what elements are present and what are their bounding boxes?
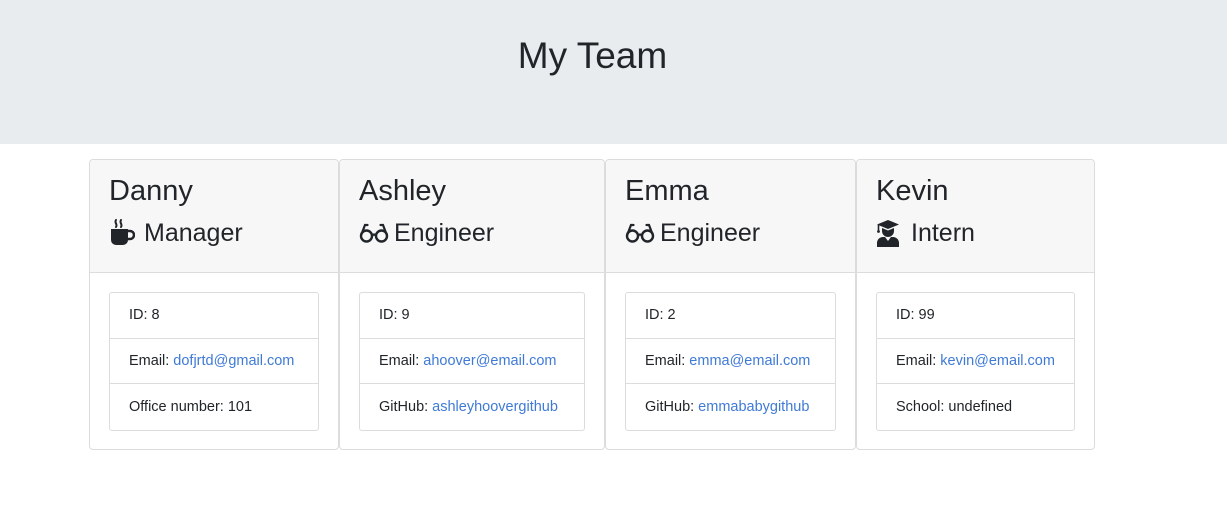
glasses-icon: [625, 218, 655, 248]
detail-label: ID:: [645, 307, 664, 324]
details-list: ID: 2 Email: emma@email.com GitHub: emma…: [625, 292, 836, 431]
list-item-school: School: undefined: [877, 384, 1074, 430]
detail-label: GitHub:: [379, 398, 429, 415]
employee-role: Intern: [876, 218, 1094, 248]
email-link[interactable]: kevin@email.com: [940, 353, 1055, 369]
list-item-id: ID: 9: [360, 293, 584, 339]
card-body: ID: 2 Email: emma@email.com GitHub: emma…: [606, 273, 855, 431]
list-item-email: Email: ahoover@email.com: [360, 339, 584, 384]
email-link[interactable]: dofjrtd@gmail.com: [173, 353, 294, 369]
glasses-icon: [359, 218, 389, 248]
detail-label: Email:: [129, 352, 170, 369]
card-body: ID: 9 Email: ahoover@email.com GitHub: a…: [340, 273, 604, 431]
card-header: Danny Manager: [90, 160, 338, 273]
card-header: Kevin Intern: [857, 160, 1094, 273]
detail-label: ID:: [896, 307, 915, 324]
card-body: ID: 8 Email: dofjrtd@gmail.com Office nu…: [90, 273, 338, 431]
list-item-email: Email: dofjrtd@gmail.com: [110, 339, 318, 384]
coffee-icon: [109, 218, 139, 248]
email-link[interactable]: ahoover@email.com: [423, 353, 556, 369]
detail-label: ID:: [379, 307, 398, 324]
graduate-icon: [876, 218, 906, 248]
employee-card-ashley: Ashley Engineer ID: 9 Email: ahoover@ema…: [339, 159, 605, 450]
employee-name: Emma: [625, 175, 709, 207]
list-item-id: ID: 99: [877, 293, 1074, 339]
github-link[interactable]: ashleyhoovergithub: [432, 399, 558, 415]
employee-name: Danny: [109, 175, 193, 207]
detail-label: Email:: [896, 352, 937, 369]
detail-label: GitHub:: [645, 398, 695, 415]
list-item-email: Email: kevin@email.com: [877, 339, 1074, 384]
list-item-email: Email: emma@email.com: [626, 339, 835, 384]
employee-name: Kevin: [876, 175, 949, 207]
card-header: Ashley Engineer: [340, 160, 604, 273]
detail-value: 9: [401, 307, 410, 324]
detail-value: 101: [227, 398, 253, 415]
employee-role: Manager: [109, 218, 338, 248]
role-label: Engineer: [660, 219, 761, 247]
detail-label: Email:: [379, 352, 420, 369]
list-item-github: GitHub: emmababygithub: [626, 384, 835, 430]
employee-card-emma: Emma Engineer ID: 2 Email: emma@email.co…: [605, 159, 856, 450]
list-item-office: Office number: 101: [110, 384, 318, 430]
role-label: Manager: [144, 219, 243, 247]
details-list: ID: 99 Email: kevin@email.com School: un…: [876, 292, 1075, 431]
employee-role: Engineer: [359, 218, 604, 248]
list-item-id: ID: 8: [110, 293, 318, 339]
role-label: Intern: [911, 219, 975, 247]
role-label: Engineer: [394, 219, 495, 247]
list-item-github: GitHub: ashleyhoovergithub: [360, 384, 584, 430]
email-link[interactable]: emma@email.com: [689, 353, 810, 369]
card-body: ID: 99 Email: kevin@email.com School: un…: [857, 273, 1094, 431]
page-title: My Team: [517, 35, 668, 76]
detail-label: School:: [896, 398, 945, 415]
detail-label: Office number:: [129, 398, 224, 415]
detail-value: undefined: [948, 398, 1013, 415]
details-list: ID: 9 Email: ahoover@email.com GitHub: a…: [359, 292, 585, 431]
details-list: ID: 8 Email: dofjrtd@gmail.com Office nu…: [109, 292, 319, 431]
detail-value: 99: [918, 307, 935, 324]
card-header: Emma Engineer: [606, 160, 855, 273]
header-banner: My Team: [0, 0, 1227, 144]
employee-card-danny: Danny Manager ID: 8 Email: dofjrtd@gmail…: [89, 159, 339, 450]
list-item-id: ID: 2: [626, 293, 835, 339]
employee-role: Engineer: [625, 218, 855, 248]
employee-name: Ashley: [359, 175, 447, 207]
detail-label: Email:: [645, 352, 686, 369]
detail-value: 2: [667, 307, 676, 324]
detail-value: 8: [151, 307, 160, 324]
github-link[interactable]: emmababygithub: [698, 399, 809, 415]
employee-card-kevin: Kevin Intern ID: 99 Email: kevin@email.c…: [856, 159, 1095, 450]
detail-label: ID:: [129, 307, 148, 324]
